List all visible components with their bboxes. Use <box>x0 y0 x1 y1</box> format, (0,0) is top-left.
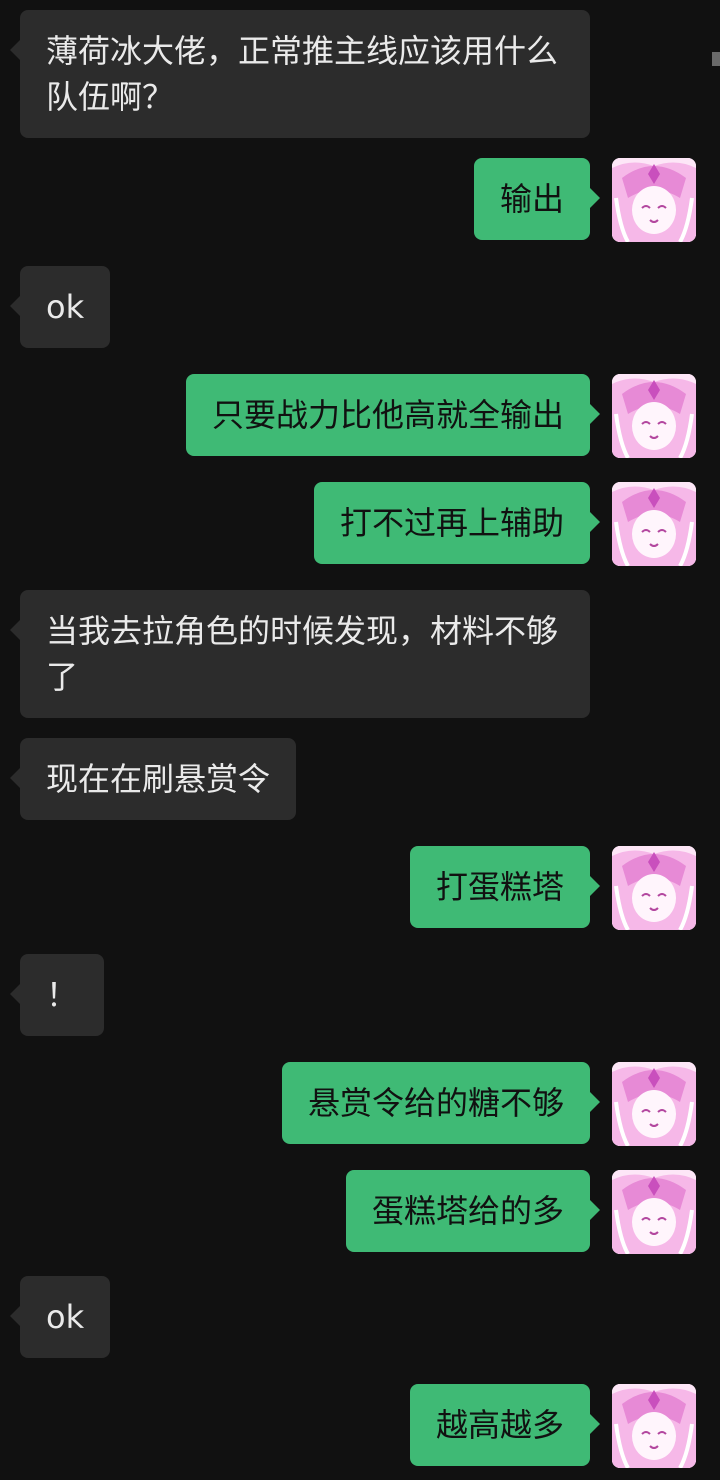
message-text: 现在在刷悬赏令 <box>46 760 271 798</box>
message-text: 打蛋糕塔 <box>435 868 564 906</box>
message-incoming[interactable]: 薄荷冰大佬，正常推主线应该用什么队伍啊？ <box>10 10 590 138</box>
message-outgoing[interactable]: 只要战力比他高就全输出 <box>185 374 601 456</box>
avatar[interactable] <box>612 482 696 566</box>
message-incoming[interactable]: ok <box>9 1276 111 1358</box>
message-incoming[interactable]: ！ <box>9 954 105 1036</box>
message-outgoing[interactable]: 越高越多 <box>409 1384 601 1466</box>
message-outgoing[interactable]: 打不过再上辅助 <box>313 482 601 564</box>
message-outgoing[interactable]: 打蛋糕塔 <box>409 846 601 928</box>
pink-anime-character-avatar-icon <box>612 846 696 930</box>
message-outgoing[interactable]: 输出 <box>473 158 601 240</box>
message-text: 蛋糕塔给的多 <box>371 1192 564 1230</box>
avatar[interactable] <box>612 1170 696 1254</box>
pink-anime-character-avatar-icon <box>612 1062 696 1146</box>
pink-anime-character-avatar-icon <box>612 482 696 566</box>
message-incoming[interactable]: 当我去拉角色的时候发现，材料不够了 <box>10 590 590 718</box>
message-text: ！ <box>46 976 79 1014</box>
message-text: 薄荷冰大佬，正常推主线应该用什么队伍啊？ <box>46 32 559 116</box>
pink-anime-character-avatar-icon <box>612 158 696 242</box>
message-incoming[interactable]: 现在在刷悬赏令 <box>9 738 297 820</box>
message-text: 输出 <box>499 180 564 218</box>
avatar[interactable] <box>612 1062 696 1146</box>
avatar[interactable] <box>612 374 696 458</box>
pink-anime-character-avatar-icon <box>612 1384 696 1468</box>
message-text: 越高越多 <box>435 1406 564 1444</box>
pink-anime-character-avatar-icon <box>612 374 696 458</box>
avatar[interactable] <box>612 1384 696 1468</box>
avatar[interactable] <box>612 158 696 242</box>
message-outgoing[interactable]: 悬赏令给的糖不够 <box>281 1062 601 1144</box>
message-outgoing[interactable]: 蛋糕塔给的多 <box>345 1170 601 1252</box>
message-text: 只要战力比他高就全输出 <box>211 396 564 434</box>
scrollbar-thumb[interactable] <box>712 52 720 66</box>
pink-anime-character-avatar-icon <box>612 1170 696 1254</box>
message-text: 打不过再上辅助 <box>339 504 564 542</box>
message-incoming[interactable]: ok <box>9 266 111 348</box>
message-text: ok <box>46 1298 85 1336</box>
message-text: 悬赏令给的糖不够 <box>307 1084 564 1122</box>
avatar[interactable] <box>612 846 696 930</box>
message-text: ok <box>46 288 85 326</box>
message-text: 当我去拉角色的时候发现，材料不够了 <box>46 612 559 696</box>
